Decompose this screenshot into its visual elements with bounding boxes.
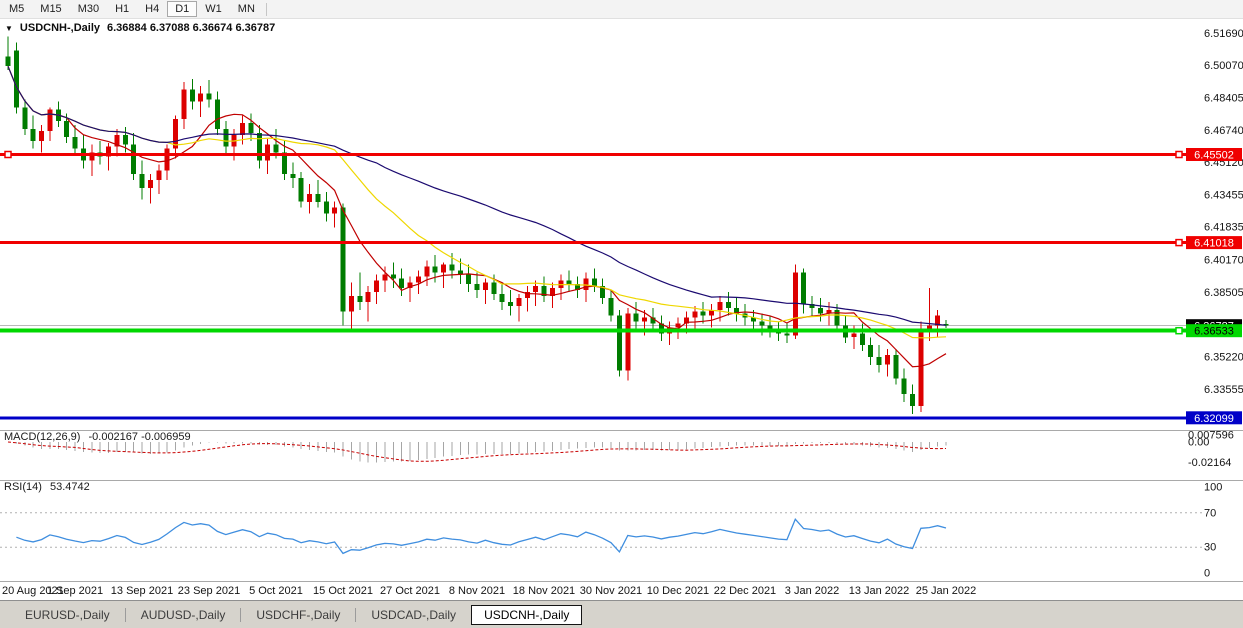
price-axis-marker: 6.45502 (1186, 148, 1242, 162)
toolbar-separator (266, 3, 267, 16)
tab-usdcad-daily[interactable]: USDCAD-,Daily (356, 605, 471, 625)
rsi-pane (0, 513, 1202, 554)
svg-text:6.41018: 6.41018 (1194, 238, 1234, 250)
chart-title: ▼ USDCNH-,Daily 6.36884 6.37088 6.36674 … (5, 22, 275, 34)
macd-values: -0.002167 -0.006959 (88, 431, 190, 443)
date-axis-label: 13 Jan 2022 (849, 585, 910, 597)
price-axis-label: 6.41835 (1204, 222, 1243, 234)
pane-dividers (0, 431, 1243, 582)
date-axis-label: 13 Sep 2021 (111, 585, 173, 597)
price-axis-label: 6.38505 (1204, 287, 1243, 299)
date-axis-label: 5 Oct 2021 (249, 585, 303, 597)
macd-axis-label: -0.02164 (1188, 457, 1231, 469)
timeframe-button-h1[interactable]: H1 (107, 2, 137, 17)
rsi-value: 53.4742 (50, 481, 90, 493)
rsi-axis-label: 30 (1204, 542, 1216, 554)
macd-axis-label: 0.00 (1188, 437, 1209, 449)
price-axis-label: 6.48405 (1204, 93, 1243, 105)
svg-text:6.32099: 6.32099 (1194, 413, 1234, 425)
svg-text:6.45502: 6.45502 (1194, 150, 1234, 162)
rsi-name: RSI(14) (4, 481, 42, 493)
rsi-axis-label: 100 (1204, 482, 1222, 494)
date-axis-label: 3 Jan 2022 (785, 585, 839, 597)
timeframe-button-m5[interactable]: M5 (1, 2, 32, 17)
chart-canvas[interactable]: 6.516906.500706.484056.467406.451206.434… (0, 0, 1243, 600)
date-axis-label: 25 Jan 2022 (916, 585, 977, 597)
timeframe-button-m30[interactable]: M30 (70, 2, 107, 17)
price-axis-label: 6.50070 (1204, 60, 1243, 72)
rsi-axis-label: 70 (1204, 507, 1216, 519)
timeframe-button-m15[interactable]: M15 (32, 2, 69, 17)
price-axis[interactable]: 6.516906.500706.484056.467406.451206.434… (1188, 28, 1243, 580)
rsi-axis-label: 0 (1204, 568, 1210, 580)
tab-audusd-daily[interactable]: AUDUSD-,Daily (126, 605, 241, 625)
ohlc-quote-label: 6.36884 6.37088 6.36674 6.36787 (107, 22, 275, 34)
macd-pane (8, 442, 946, 463)
tab-usdcnh-daily[interactable]: USDCNH-,Daily (471, 605, 582, 625)
price-axis-label: 6.43455 (1204, 190, 1243, 202)
date-axis-label: 27 Oct 2021 (380, 585, 440, 597)
mt4-trading-terminal: M5M15M30H1H4D1W1MN 6.51690 6.50070 6.48405… (0, 0, 1243, 627)
symbol-period-label: USDCNH-,Daily (20, 22, 100, 34)
symbol-tab-bar: EURUSD-,DailyAUDUSD-,DailyUSDCHF-,DailyU… (0, 600, 1243, 628)
timeframe-button-d1[interactable]: D1 (167, 1, 197, 17)
date-axis[interactable]: 20 Aug 20211 Sep 202113 Sep 202123 Sep 2… (2, 585, 976, 597)
macd-indicator-label: MACD(12,26,9) -0.002167 -0.006959 (4, 431, 196, 443)
timeframe-button-mn[interactable]: MN (230, 2, 263, 17)
price-axis-label: 6.33555 (1204, 384, 1243, 396)
date-axis-label: 10 Dec 2021 (647, 585, 709, 597)
timeframe-button-h4[interactable]: H4 (137, 2, 167, 17)
price-axis-label: 6.46740 (1204, 125, 1243, 137)
candlesticks (6, 37, 949, 414)
date-axis-label: 18 Nov 2021 (513, 585, 575, 597)
date-axis-label: 1 Sep 2021 (47, 585, 103, 597)
price-axis-label: 6.35220 (1204, 352, 1243, 364)
date-axis-label: 22 Dec 2021 (714, 585, 776, 597)
date-axis-label: 30 Nov 2021 (580, 585, 642, 597)
price-axis-label: 6.40170 (1204, 254, 1243, 266)
timeframe-button-w1[interactable]: W1 (197, 2, 230, 17)
price-axis-marker: 6.32099 (1186, 411, 1242, 425)
svg-text:6.36533: 6.36533 (1194, 326, 1234, 338)
rsi-indicator-label: RSI(14) 53.4742 (4, 481, 95, 493)
tab-usdchf-daily[interactable]: USDCHF-,Daily (241, 605, 355, 625)
timeframe-toolbar: M5M15M30H1H4D1W1MN (0, 0, 1243, 19)
macd-name: MACD(12,26,9) (4, 431, 80, 443)
moving-average-lines (8, 66, 946, 367)
date-axis-label: 23 Sep 2021 (178, 585, 240, 597)
price-axis-label: 6.51690 (1204, 28, 1243, 40)
collapse-arrow-icon[interactable]: ▼ (5, 24, 13, 33)
tab-eurusd-daily[interactable]: EURUSD-,Daily (10, 605, 125, 625)
price-axis-marker: 6.36533 (1186, 324, 1242, 338)
price-axis-marker: 6.41018 (1186, 236, 1242, 250)
date-axis-label: 8 Nov 2021 (449, 585, 505, 597)
date-axis-label: 15 Oct 2021 (313, 585, 373, 597)
